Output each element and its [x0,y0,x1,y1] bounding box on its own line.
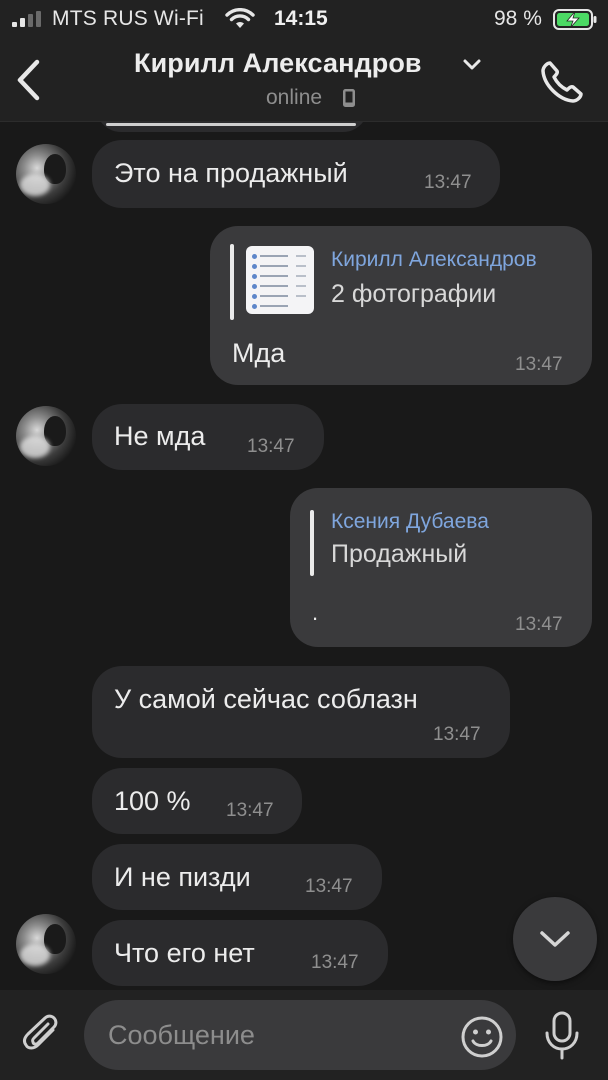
scroll-to-bottom-button[interactable] [513,897,597,981]
message-time: 13:47 [226,800,274,821]
signal-icon [12,11,41,27]
message-time: 13:47 [424,172,472,193]
reply-text: Продажный [331,540,468,568]
message-bubble-incoming[interactable]: 100 % 13:47 [92,768,302,834]
message-bubble-outgoing[interactable]: Кирилл Александров 2 фотографии Мда 13:4… [210,226,592,385]
wifi-icon [225,8,255,28]
call-icon[interactable] [538,58,586,106]
back-icon[interactable] [10,56,50,104]
message-time: 13:47 [247,436,295,457]
message-bubble-outgoing[interactable]: Ксения Дубаева Продажный . 13:47 [290,488,592,647]
message-time: 13:47 [305,876,353,897]
partial-message-divider [106,123,356,126]
phone-device-icon [343,89,355,107]
microphone-icon[interactable] [542,1010,582,1062]
contact-name[interactable]: Кирилл Александров [134,48,422,79]
clock: 14:15 [274,7,328,30]
message-text: . [312,600,319,625]
message-bubble-incoming[interactable]: У самой сейчас соблазн 13:47 [92,666,510,758]
avatar[interactable] [16,406,76,466]
message-bubble-incoming[interactable]: И не пизди 13:47 [92,844,382,910]
message-time: 13:47 [515,614,563,635]
message-time: 13:47 [433,724,481,745]
chevron-down-icon [540,931,570,947]
message-bubble-incoming[interactable]: Это на продажный 13:47 [92,140,500,208]
status-bar: MTS RUS Wi-Fi 14:15 98 % [0,0,608,38]
message-text: Это на продажный [114,158,348,188]
avatar[interactable] [16,144,76,204]
message-text: Что его нет [114,938,255,968]
message-bubble-incoming[interactable]: Не мда 13:47 [92,404,324,470]
avatar[interactable] [16,914,76,974]
contact-status: online [266,86,323,109]
message-text: 100 % [114,786,191,816]
reply-bar [230,244,234,320]
reply-text: 2 фотографии [331,280,497,308]
message-list[interactable]: Это на продажный 13:47 Кирилл Александро… [0,122,608,990]
carrier-label: MTS RUS Wi-Fi [52,7,204,30]
reply-thumbnail[interactable] [246,246,314,314]
emoji-icon[interactable] [460,1015,504,1059]
reply-bar [310,510,314,576]
chat-header: Кирилл Александров online [0,38,608,122]
battery-percent: 98 % [494,7,542,30]
message-text: У самой сейчас соблазн [114,684,418,714]
message-time: 13:47 [311,952,359,973]
chevron-down-icon[interactable] [462,58,482,72]
message-bubble-incoming[interactable]: Что его нет 13:47 [92,920,388,986]
message-text: Мда [232,338,286,368]
message-text: Не мда [114,421,206,451]
message-text: И не пизди [114,862,251,892]
reply-author: Ксения Дубаева [331,510,489,533]
reply-author: Кирилл Александров [331,248,537,271]
message-time: 13:47 [515,354,563,375]
message-composer [0,990,608,1080]
battery-charging-icon [553,9,597,30]
paperclip-icon[interactable] [20,1012,64,1058]
message-input[interactable] [84,1000,516,1070]
